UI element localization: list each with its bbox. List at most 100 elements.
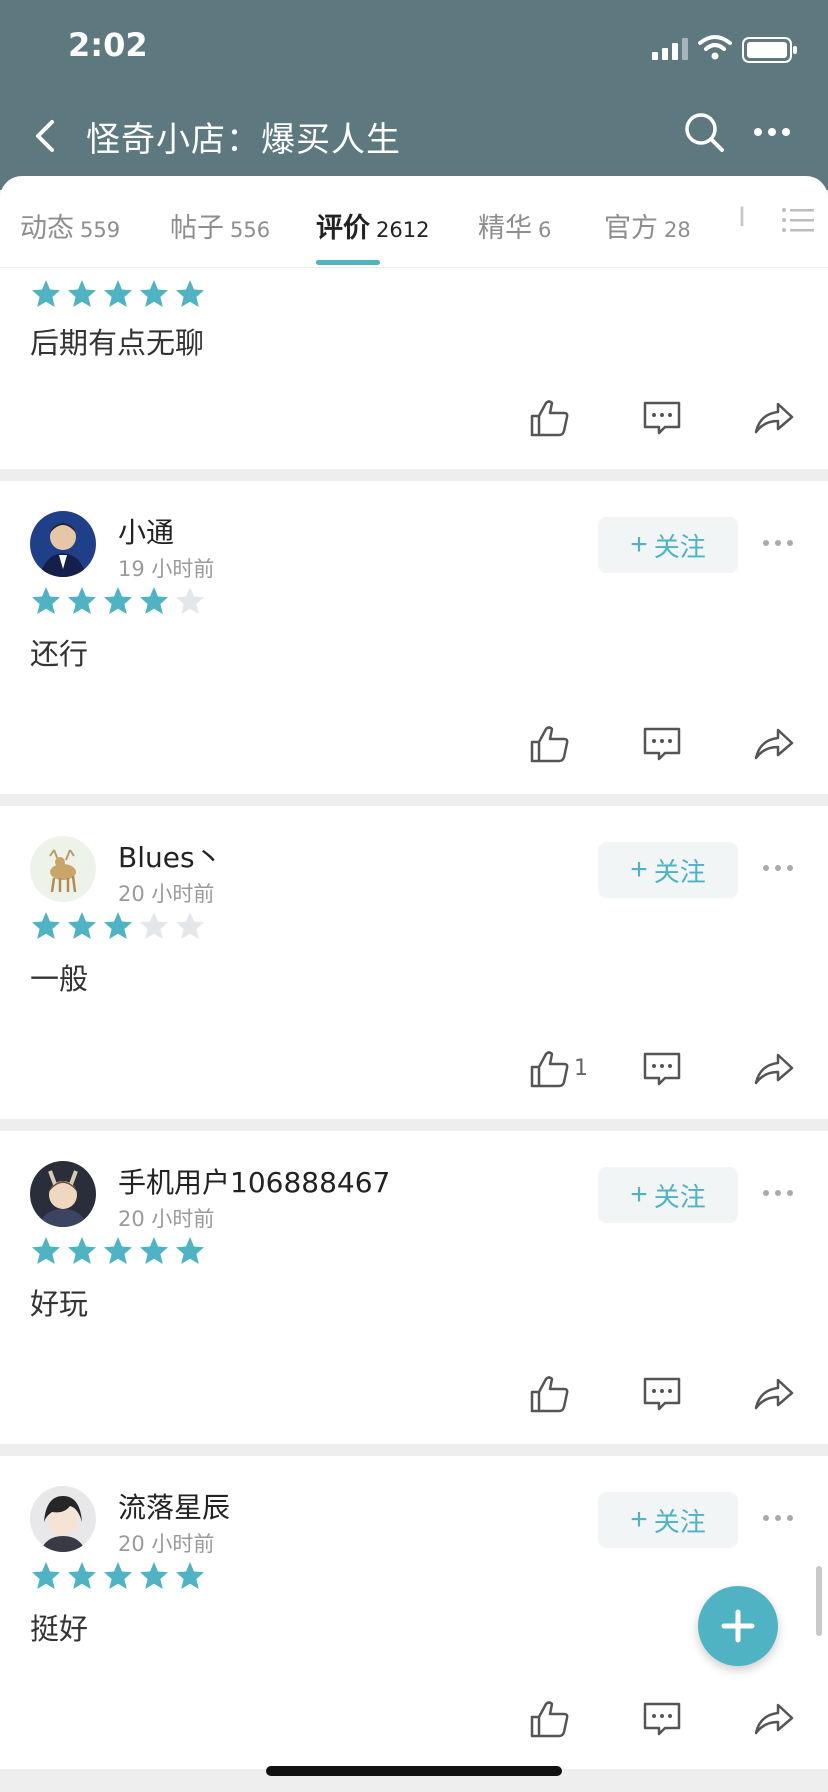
timestamp: 20 小时前 bbox=[118, 1532, 215, 1556]
like-icon[interactable] bbox=[528, 724, 572, 764]
follow-button[interactable]: + 关注 bbox=[598, 517, 738, 573]
comment-icon[interactable] bbox=[640, 1374, 684, 1414]
plus-icon bbox=[721, 1609, 755, 1643]
tab-reviews[interactable]: 评价 2612 bbox=[316, 206, 429, 245]
star-icon bbox=[68, 280, 96, 307]
tab-label: 动态 bbox=[20, 213, 74, 244]
tab-featured[interactable]: 精华 6 bbox=[478, 206, 551, 245]
plus-icon: + bbox=[630, 528, 648, 561]
tab-menu-button[interactable] bbox=[764, 190, 828, 250]
star-rating bbox=[30, 1560, 206, 1592]
more-options-icon[interactable] bbox=[760, 525, 796, 561]
follow-button[interactable]: + 关注 bbox=[598, 1167, 738, 1223]
page-title: 怪奇小店：爆买人生 bbox=[86, 120, 401, 160]
list-icon bbox=[782, 208, 814, 232]
more-options-icon[interactable] bbox=[748, 108, 798, 158]
star-icon bbox=[140, 587, 168, 614]
star-icon bbox=[68, 587, 96, 614]
cellular-signal-icon bbox=[652, 38, 688, 60]
star-icon bbox=[104, 1237, 132, 1264]
follow-label: 关注 bbox=[653, 531, 706, 562]
star-icon bbox=[104, 280, 132, 307]
like-count: 1 bbox=[574, 1056, 588, 1081]
avatar[interactable] bbox=[30, 511, 96, 577]
star-icon bbox=[176, 1237, 204, 1264]
back-arrow-icon[interactable] bbox=[26, 110, 66, 160]
star-icon bbox=[104, 1562, 132, 1589]
tab-official[interactable]: 官方 28 bbox=[604, 206, 691, 245]
share-icon[interactable] bbox=[752, 724, 796, 764]
comment-icon[interactable] bbox=[640, 1049, 684, 1089]
review-card: 手机用户106888467 20 小时前 + 关注 好玩 bbox=[0, 1131, 828, 1444]
star-icon bbox=[176, 912, 204, 939]
star-icon bbox=[140, 1237, 168, 1264]
tab-label: 官方 bbox=[604, 213, 658, 244]
follow-button[interactable]: + 关注 bbox=[598, 842, 738, 898]
review-card: Blues丶 20 小时前 + 关注 一般 1 bbox=[0, 806, 828, 1119]
review-card: 小通 19 小时前 + 关注 还行 bbox=[0, 481, 828, 794]
plus-icon: + bbox=[630, 1178, 648, 1211]
star-icon bbox=[32, 587, 60, 614]
wifi-icon bbox=[698, 35, 732, 60]
username[interactable]: 小通 bbox=[118, 511, 174, 551]
avatar[interactable] bbox=[30, 1161, 96, 1227]
battery-icon bbox=[742, 37, 797, 63]
star-icon bbox=[68, 1237, 96, 1264]
tab-count: 2612 bbox=[376, 218, 430, 242]
more-options-icon[interactable] bbox=[760, 1500, 796, 1536]
star-icon bbox=[104, 587, 132, 614]
like-icon[interactable] bbox=[528, 1374, 572, 1414]
star-icon bbox=[32, 280, 60, 307]
active-tab-indicator bbox=[316, 260, 380, 265]
status-bar: 2:02 bbox=[0, 0, 828, 100]
comment-icon[interactable] bbox=[640, 398, 684, 438]
username[interactable]: 手机用户106888467 bbox=[118, 1161, 390, 1201]
tab-count: 559 bbox=[80, 218, 121, 242]
star-icon bbox=[32, 1237, 60, 1264]
review-content: 还行 bbox=[30, 637, 89, 671]
review-content: 好玩 bbox=[30, 1287, 89, 1321]
more-options-icon[interactable] bbox=[760, 1175, 796, 1211]
star-icon bbox=[68, 1562, 96, 1589]
follow-button[interactable]: + 关注 bbox=[598, 1492, 738, 1548]
username[interactable]: Blues丶 bbox=[118, 836, 223, 876]
star-icon bbox=[140, 280, 168, 307]
username[interactable]: 流落星辰 bbox=[118, 1486, 230, 1526]
tab-label: 精华 bbox=[478, 213, 532, 244]
follow-label: 关注 bbox=[653, 1181, 706, 1212]
add-review-button[interactable] bbox=[698, 1586, 778, 1666]
tab-overflow[interactable]: I bbox=[738, 202, 746, 233]
search-icon[interactable] bbox=[680, 108, 730, 158]
tab-activity[interactable]: 动态 559 bbox=[20, 206, 120, 245]
like-icon[interactable] bbox=[528, 398, 572, 438]
share-icon[interactable] bbox=[752, 1049, 796, 1089]
star-icon bbox=[32, 1562, 60, 1589]
star-icon bbox=[176, 1562, 204, 1589]
comment-icon[interactable] bbox=[640, 724, 684, 764]
follow-label: 关注 bbox=[653, 1506, 706, 1537]
plus-icon: + bbox=[630, 853, 648, 886]
share-icon[interactable] bbox=[752, 398, 796, 438]
review-content: 一般 bbox=[30, 962, 89, 996]
share-icon[interactable] bbox=[752, 1374, 796, 1414]
star-icon bbox=[176, 587, 204, 614]
scrollbar[interactable] bbox=[816, 1566, 822, 1636]
like-icon[interactable] bbox=[528, 1049, 572, 1089]
tab-bar: 动态 559 帖子 556 评价 2612 精华 6 官方 28 I bbox=[0, 176, 828, 268]
tab-label: 帖子 bbox=[170, 213, 224, 244]
review-content: 挺好 bbox=[30, 1612, 89, 1646]
comment-icon[interactable] bbox=[640, 1699, 684, 1739]
star-icon bbox=[140, 912, 168, 939]
follow-label: 关注 bbox=[653, 856, 706, 887]
like-icon[interactable] bbox=[528, 1699, 572, 1739]
more-options-icon[interactable] bbox=[760, 850, 796, 886]
star-icon bbox=[32, 912, 60, 939]
avatar[interactable] bbox=[30, 836, 96, 902]
timestamp: 20 小时前 bbox=[118, 882, 215, 906]
share-icon[interactable] bbox=[752, 1699, 796, 1739]
tab-posts[interactable]: 帖子 556 bbox=[170, 206, 270, 245]
star-rating bbox=[30, 1235, 206, 1267]
avatar[interactable] bbox=[30, 1486, 96, 1552]
star-rating bbox=[30, 585, 206, 617]
tab-count: 28 bbox=[664, 218, 691, 242]
